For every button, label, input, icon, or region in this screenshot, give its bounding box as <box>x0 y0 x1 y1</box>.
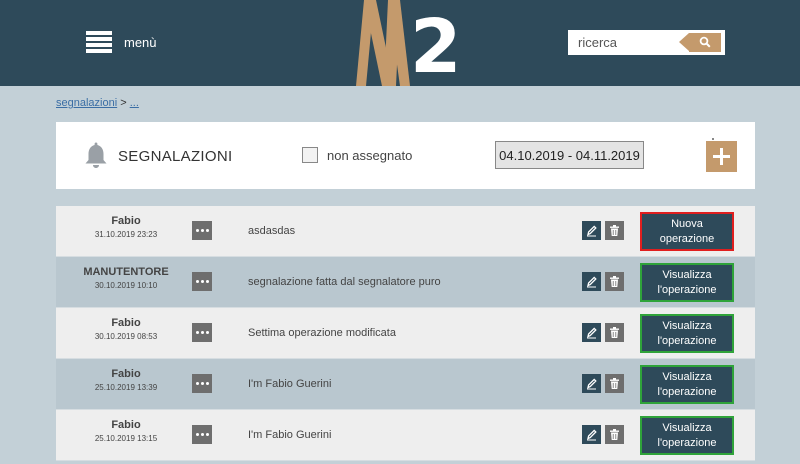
row-author: MANUTENTORE 30.10.2019 10:10 <box>56 266 196 290</box>
report-description: I'm Fabio Guerini <box>248 378 332 390</box>
menu-label: menù <box>124 34 157 50</box>
pencil-icon <box>587 378 597 390</box>
table-row: Fabio 30.10.2019 08:53 Settima operazion… <box>56 308 755 359</box>
report-description: I'm Fabio Guerini <box>248 429 332 441</box>
search-input[interactable] <box>568 30 686 55</box>
view-operation-button[interactable]: Visualizza l'operazione <box>640 314 734 353</box>
filter-panel: SEGNALAZIONI non assegnato 04.10.2019 - … <box>56 122 755 189</box>
view-operation-button[interactable]: Visualizza l'operazione <box>640 365 734 404</box>
breadcrumb-link-segnalazioni[interactable]: segnalazioni <box>56 97 117 109</box>
row-author: Fabio 25.10.2019 13:15 <box>56 419 196 443</box>
reports-list: Fabio 31.10.2019 23:23 asdasdas Nuova op… <box>56 206 755 461</box>
edit-button[interactable] <box>582 221 601 240</box>
more-options-button[interactable] <box>192 272 212 291</box>
trash-icon <box>610 378 619 389</box>
table-row: MANUTENTORE 30.10.2019 10:10 segnalazion… <box>56 257 755 308</box>
more-options-button[interactable] <box>192 374 212 393</box>
search-button[interactable] <box>679 33 721 52</box>
more-options-button[interactable] <box>192 221 212 240</box>
pencil-icon <box>587 276 597 288</box>
more-options-button[interactable] <box>192 323 212 342</box>
app-header: menù 2 <box>0 0 800 86</box>
trash-icon <box>610 276 619 287</box>
more-options-button[interactable] <box>192 425 212 444</box>
logo-digit: 2 <box>410 4 461 86</box>
pencil-icon <box>587 225 597 237</box>
edit-button[interactable] <box>582 323 601 342</box>
report-date: 30.10.2019 08:53 <box>94 332 158 341</box>
add-button[interactable] <box>706 141 737 172</box>
unassigned-filter[interactable]: non assegnato <box>302 147 412 163</box>
trash-icon <box>610 327 619 338</box>
pencil-icon <box>587 327 597 339</box>
report-description: Settima operazione modificata <box>248 327 396 339</box>
delete-button[interactable] <box>605 374 624 393</box>
bell-icon <box>85 142 107 168</box>
breadcrumb-current[interactable]: ... <box>130 97 139 109</box>
row-author: Fabio 31.10.2019 23:23 <box>56 215 196 239</box>
table-row: Fabio 31.10.2019 23:23 asdasdas Nuova op… <box>56 206 755 257</box>
report-description: segnalazione fatta dal segnalatore puro <box>248 276 441 288</box>
unassigned-checkbox-label: non assegnato <box>327 147 413 163</box>
search-box <box>568 30 725 55</box>
delete-button[interactable] <box>605 272 624 291</box>
report-date: 25.10.2019 13:39 <box>94 383 158 392</box>
author-name: Fabio <box>111 368 141 380</box>
view-operation-button[interactable]: Visualizza l'operazione <box>640 416 734 455</box>
pencil-icon <box>587 429 597 441</box>
author-name: MANUTENTORE <box>83 266 169 278</box>
author-name: Fabio <box>111 215 141 227</box>
edit-button[interactable] <box>582 374 601 393</box>
delete-button[interactable] <box>605 323 624 342</box>
row-author: Fabio 25.10.2019 13:39 <box>56 368 196 392</box>
author-name: Fabio <box>111 317 141 329</box>
report-date: 30.10.2019 10:10 <box>94 281 158 290</box>
panel-title: SEGNALAZIONI <box>118 148 233 165</box>
trash-icon <box>610 225 619 236</box>
breadcrumb: segnalazioni > ... <box>56 97 139 109</box>
author-name: Fabio <box>111 419 141 431</box>
tiny-dot <box>712 138 714 140</box>
hamburger-icon <box>86 31 112 53</box>
trash-icon <box>610 429 619 440</box>
edit-button[interactable] <box>582 425 601 444</box>
table-row: Fabio 25.10.2019 13:15 I'm Fabio Guerini… <box>56 410 755 461</box>
unassigned-checkbox[interactable] <box>302 147 318 163</box>
breadcrumb-separator: > <box>117 97 130 109</box>
table-row: Fabio 25.10.2019 13:39 I'm Fabio Guerini… <box>56 359 755 410</box>
new-operation-button[interactable]: Nuova operazione <box>640 212 734 251</box>
report-date: 31.10.2019 23:23 <box>94 230 158 239</box>
report-description: asdasdas <box>248 225 296 237</box>
view-operation-button[interactable]: Visualizza l'operazione <box>640 263 734 302</box>
menu-button[interactable]: menù <box>86 31 157 53</box>
report-date: 25.10.2019 13:15 <box>94 434 158 443</box>
delete-button[interactable] <box>605 425 624 444</box>
search-icon <box>699 36 711 48</box>
edit-button[interactable] <box>582 272 601 291</box>
row-author: Fabio 30.10.2019 08:53 <box>56 317 196 341</box>
delete-button[interactable] <box>605 221 624 240</box>
date-range-picker[interactable]: 04.10.2019 - 04.11.2019 <box>495 141 644 169</box>
